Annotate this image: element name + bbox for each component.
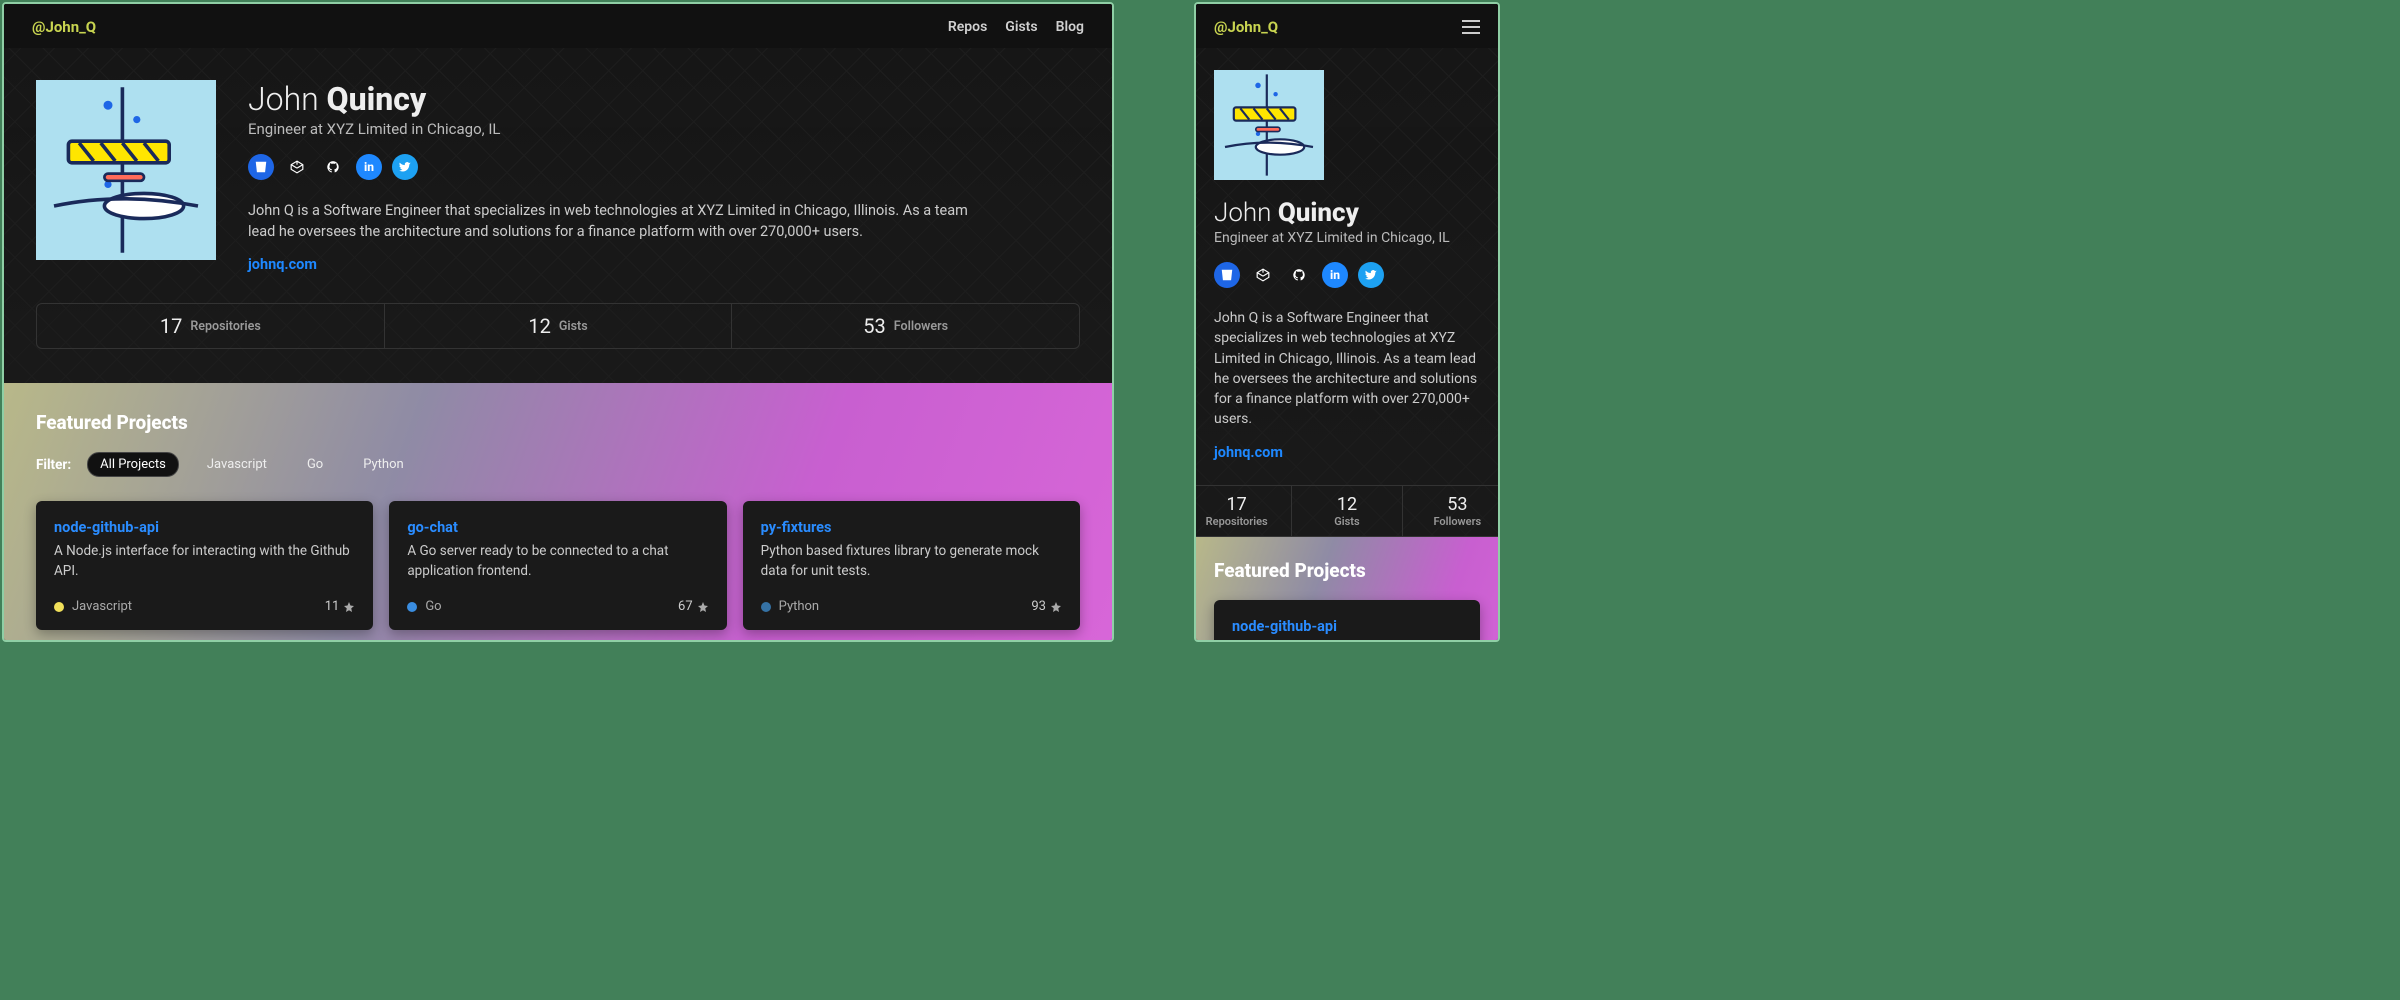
first-name: John <box>1214 198 1271 228</box>
profile-handle[interactable]: @John_Q <box>1214 18 1278 36</box>
stat-value: 53 <box>1447 494 1467 515</box>
project-card[interactable]: py-fixtures Python based fixtures librar… <box>743 501 1080 630</box>
stat-value: 17 <box>160 314 182 338</box>
star-icon <box>343 601 355 613</box>
profile-name: John Quincy <box>248 80 1080 118</box>
bitbucket-icon[interactable] <box>1214 262 1240 288</box>
stats-bar: 17 Repositories 12 Gists 53 Followers <box>1194 485 1500 537</box>
navbar: @John_Q Repos Gists Blog <box>4 4 1112 48</box>
project-title: go-chat <box>407 519 708 536</box>
stat-label: Gists <box>1334 515 1359 528</box>
stat-value: 12 <box>528 314 550 338</box>
profile-handle[interactable]: @John_Q <box>32 18 96 36</box>
stat-value: 17 <box>1227 494 1247 515</box>
avatar-illustration <box>36 80 216 260</box>
social-links: in <box>1214 262 1480 288</box>
filter-all[interactable]: All Projects <box>87 452 179 477</box>
bitbucket-icon[interactable] <box>248 154 274 180</box>
nav-link-repos[interactable]: Repos <box>948 19 987 35</box>
linkedin-icon[interactable]: in <box>356 154 382 180</box>
last-name: Quincy <box>327 80 427 118</box>
filter-bar: Filter: All Projects Javascript Go Pytho… <box>36 452 1080 477</box>
profile-info: John Quincy Engineer at XYZ Limited in C… <box>248 80 1080 273</box>
profile-website-link[interactable]: johnq.com <box>248 256 317 273</box>
twitter-icon[interactable] <box>392 154 418 180</box>
linkedin-icon[interactable]: in <box>1322 262 1348 288</box>
nav-links: Repos Gists Blog <box>948 19 1084 35</box>
project-title: node-github-api <box>54 519 355 536</box>
profile-tagline: Engineer at XYZ Limited in Chicago, IL <box>248 120 1080 138</box>
lang-dot-icon <box>407 602 417 612</box>
stat-repositories[interactable]: 17 Repositories <box>1194 486 1291 536</box>
profile-website-link[interactable]: johnq.com <box>1214 444 1283 461</box>
lang-dot-icon <box>54 602 64 612</box>
stat-followers[interactable]: 53 Followers <box>731 304 1079 348</box>
profile-tagline: Engineer at XYZ Limited in Chicago, IL <box>1214 230 1480 246</box>
project-language: Go <box>425 599 441 614</box>
github-icon[interactable] <box>320 154 346 180</box>
profile-name: John Quincy <box>1214 198 1480 228</box>
project-card[interactable]: go-chat A Go server ready to be connecte… <box>389 501 726 630</box>
stat-label: Repositories <box>190 319 260 334</box>
filter-javascript[interactable]: Javascript <box>195 453 279 476</box>
project-language: Python <box>779 599 819 614</box>
project-cards: node-github-api A Node.js interface for … <box>36 501 1080 630</box>
project-language: Javascript <box>72 599 132 614</box>
project-stars: 11 <box>325 599 340 614</box>
desktop-viewport: @John_Q Repos Gists Blog <box>2 2 1114 642</box>
stat-repositories[interactable]: 17 Repositories <box>37 304 384 348</box>
codepen-icon[interactable] <box>1250 262 1276 288</box>
stat-gists[interactable]: 12 Gists <box>1291 486 1401 536</box>
project-description: Python based fixtures library to generat… <box>761 542 1062 581</box>
project-card[interactable]: node-github-api A Node.js interface for … <box>1214 600 1480 642</box>
project-stars: 67 <box>678 599 693 614</box>
project-description: A Node.js interface for interacting with… <box>54 542 355 581</box>
filter-python[interactable]: Python <box>351 453 415 476</box>
project-title: node-github-api <box>1232 618 1462 635</box>
first-name: John <box>248 80 319 118</box>
hero-section: John Quincy Engineer at XYZ Limited in C… <box>4 48 1112 383</box>
profile-info: John Quincy Engineer at XYZ Limited in C… <box>1214 198 1480 461</box>
codepen-icon[interactable] <box>284 154 310 180</box>
navbar: @John_Q <box>1196 4 1498 48</box>
last-name: Quincy <box>1278 198 1359 228</box>
twitter-icon[interactable] <box>1358 262 1384 288</box>
nav-link-gists[interactable]: Gists <box>1005 19 1037 35</box>
project-title: py-fixtures <box>761 519 1062 536</box>
profile-bio: John Q is a Software Engineer that speci… <box>248 200 968 242</box>
stat-value: 12 <box>1337 494 1357 515</box>
featured-section: Featured Projects node-github-api A Node… <box>1196 537 1498 642</box>
filter-label: Filter: <box>36 457 71 473</box>
project-description: A Go server ready to be connected to a c… <box>407 542 708 581</box>
avatar[interactable] <box>36 80 216 260</box>
lang-dot-icon <box>761 602 771 612</box>
featured-heading: Featured Projects <box>1214 559 1480 582</box>
star-icon <box>1050 601 1062 613</box>
stat-label: Followers <box>1433 515 1481 528</box>
stat-label: Repositories <box>1206 515 1268 528</box>
stats-bar: 17 Repositories 12 Gists 53 Followers <box>36 303 1080 349</box>
featured-section: Featured Projects Filter: All Projects J… <box>4 383 1112 642</box>
profile-bio: John Q is a Software Engineer that speci… <box>1214 308 1480 430</box>
hero-section: John Quincy Engineer at XYZ Limited in C… <box>1196 48 1498 537</box>
mobile-viewport: @John_Q <box>1194 2 1500 642</box>
star-icon <box>697 601 709 613</box>
stat-label: Followers <box>894 319 948 334</box>
nav-link-blog[interactable]: Blog <box>1056 19 1084 35</box>
featured-heading: Featured Projects <box>36 411 1080 434</box>
stat-value: 53 <box>863 314 885 338</box>
avatar[interactable] <box>1214 70 1324 180</box>
project-card[interactable]: node-github-api A Node.js interface for … <box>36 501 373 630</box>
filter-go[interactable]: Go <box>295 453 335 476</box>
social-links: in <box>248 154 1080 180</box>
stat-followers[interactable]: 53 Followers <box>1402 486 1500 536</box>
stat-label: Gists <box>559 319 588 334</box>
github-icon[interactable] <box>1286 262 1312 288</box>
project-description: A Node.js interface for interacting with… <box>1232 641 1462 642</box>
avatar-illustration <box>1214 70 1324 180</box>
project-cards: node-github-api A Node.js interface for … <box>1214 600 1480 642</box>
project-stars: 93 <box>1031 599 1046 614</box>
stat-gists[interactable]: 12 Gists <box>384 304 732 348</box>
menu-icon[interactable] <box>1462 20 1480 34</box>
